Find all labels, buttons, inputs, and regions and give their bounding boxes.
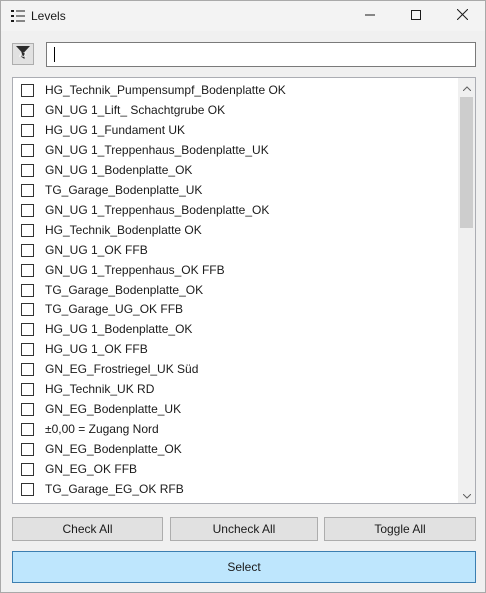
list-item[interactable]: TG_Garage_EG_OK RFB	[13, 479, 457, 499]
level-label: TG_Garage_Bodenplatte_OK	[45, 282, 204, 297]
scroll-up-button[interactable]	[458, 78, 475, 95]
maximize-button[interactable]	[393, 1, 439, 31]
level-label: ±0,00 = Zugang Nord	[45, 422, 159, 437]
list-item[interactable]: HG_Technik_Bodenplatte OK	[13, 220, 457, 240]
toggle-all-button[interactable]: Toggle All	[324, 517, 476, 541]
list-item[interactable]: GN_UG 1_Bodenplatte_OK	[13, 160, 457, 180]
level-label: HG_UG 1_UK RD	[45, 502, 142, 503]
chevron-down-icon	[462, 488, 471, 502]
close-icon	[456, 8, 468, 23]
level-label: HG_Technik_UK RD	[45, 382, 155, 397]
list-item[interactable]: GN_EG_OK FFB	[13, 459, 457, 479]
text-caret	[54, 47, 55, 62]
level-checkbox[interactable]	[21, 143, 34, 157]
level-checkbox[interactable]	[21, 223, 34, 237]
sort-icon-text: AZ	[19, 53, 27, 59]
level-label: GN_UG 1_Treppenhaus_Bodenplatte_OK	[45, 202, 270, 217]
minimize-icon	[365, 9, 375, 23]
level-checkbox[interactable]	[21, 502, 34, 503]
levels-list[interactable]: HG_Technik_Pumpensumpf_Bodenplatte OK GN_…	[12, 77, 476, 504]
level-label: HG_UG 1_OK FFB	[45, 342, 148, 357]
vertical-scrollbar[interactable]	[458, 78, 475, 503]
window-title: Levels	[31, 9, 66, 23]
level-checkbox[interactable]	[21, 303, 34, 317]
select-button[interactable]: Select	[12, 551, 476, 583]
list-item[interactable]: TG_Garage_Bodenplatte_OK	[13, 280, 457, 300]
scroll-down-button[interactable]	[458, 486, 475, 503]
level-label: HG_UG 1_Bodenplatte_OK	[45, 322, 193, 337]
minimize-button[interactable]	[347, 1, 393, 31]
level-label: HG_Technik_Pumpensumpf_Bodenplatte OK	[45, 83, 286, 97]
level-checkbox[interactable]	[21, 263, 34, 277]
level-checkbox[interactable]	[21, 163, 34, 177]
list-item[interactable]: GN_UG 1_Treppenhaus_Bodenplatte_OK	[13, 200, 457, 220]
level-checkbox[interactable]	[21, 363, 34, 377]
chevron-up-icon	[462, 80, 471, 94]
level-checkbox[interactable]	[21, 243, 34, 257]
level-checkbox[interactable]	[21, 443, 34, 457]
level-label: TG_Garage_EG_OK RFB	[45, 482, 184, 496]
list-item[interactable]: GN_EG_Bodenplatte_OK	[13, 439, 457, 459]
level-label: HG_UG 1_Fundament UK	[45, 122, 186, 137]
level-checkbox[interactable]	[21, 463, 34, 477]
level-checkbox[interactable]	[21, 84, 34, 97]
level-checkbox[interactable]	[21, 203, 34, 217]
title-bar[interactable]: Levels	[1, 1, 485, 31]
list-item[interactable]: ±0,00 = Zugang Nord	[13, 419, 457, 439]
list-item[interactable]: HG_Technik_UK RD	[13, 379, 457, 399]
level-checkbox[interactable]	[21, 423, 34, 437]
uncheck-all-button[interactable]: Uncheck All	[170, 517, 318, 541]
level-label: TG_Garage_Bodenplatte_UK	[45, 182, 203, 197]
level-checkbox[interactable]	[21, 183, 34, 197]
level-label: GN_UG 1_Treppenhaus_Bodenplatte_UK	[45, 142, 269, 157]
level-checkbox[interactable]	[21, 343, 34, 357]
level-label: GN_UG 1_Bodenplatte_OK	[45, 162, 193, 177]
level-checkbox[interactable]	[21, 103, 34, 117]
list-item[interactable]: HG_UG 1_OK FFB	[13, 339, 457, 359]
list-item[interactable]: HG_UG 1_UK RD	[13, 499, 457, 503]
list-item[interactable]: TG_Garage_Bodenplatte_UK	[13, 180, 457, 200]
level-checkbox[interactable]	[21, 483, 34, 496]
level-label: TG_Garage_UG_OK FFB	[45, 302, 184, 317]
level-checkbox[interactable]	[21, 123, 34, 137]
level-label: GN_EG_Frostriegel_UK Süd	[45, 362, 199, 377]
list-item[interactable]: HG_Technik_Pumpensumpf_Bodenplatte OK	[13, 80, 457, 100]
list-item[interactable]: GN_UG 1_Treppenhaus_OK FFB	[13, 260, 457, 280]
list-item[interactable]: HG_UG 1_Fundament UK	[13, 120, 457, 140]
level-checkbox[interactable]	[21, 383, 34, 397]
level-label: GN_UG 1_Lift_ Schachtgrube OK	[45, 102, 226, 117]
level-label: GN_EG_Bodenplatte_UK	[45, 402, 182, 417]
level-label: GN_UG 1_OK FFB	[45, 242, 148, 257]
list-item[interactable]: HG_UG 1_Bodenplatte_OK	[13, 319, 457, 339]
search-input[interactable]	[46, 42, 476, 67]
list-item[interactable]: GN_UG 1_OK FFB	[13, 240, 457, 260]
list-item[interactable]: GN_EG_Bodenplatte_UK	[13, 399, 457, 419]
list-icon	[11, 9, 25, 23]
level-checkbox[interactable]	[21, 283, 34, 297]
sort-filter-button[interactable]: AZ	[12, 43, 34, 65]
list-item[interactable]: GN_EG_Frostriegel_UK Süd	[13, 359, 457, 379]
list-item[interactable]: GN_UG 1_Lift_ Schachtgrube OK	[13, 100, 457, 120]
levels-window: Levels AZ HG_Technik_Pumpensumpf_Bodenpl…	[0, 0, 486, 593]
maximize-icon	[411, 9, 421, 23]
level-label: HG_Technik_Bodenplatte OK	[45, 222, 202, 237]
level-checkbox[interactable]	[21, 323, 34, 337]
level-label: GN_EG_OK FFB	[45, 462, 138, 477]
sort-alpha-filter-icon: AZ	[15, 45, 31, 64]
level-label: GN_EG_Bodenplatte_OK	[45, 442, 182, 457]
scrollbar-thumb[interactable]	[460, 97, 473, 228]
list-item[interactable]: GN_UG 1_Treppenhaus_Bodenplatte_UK	[13, 140, 457, 160]
close-button[interactable]	[439, 1, 485, 31]
list-item[interactable]: TG_Garage_UG_OK FFB	[13, 299, 457, 319]
level-label: GN_UG 1_Treppenhaus_OK FFB	[45, 262, 225, 277]
check-all-button[interactable]: Check All	[12, 517, 163, 541]
level-checkbox[interactable]	[21, 403, 34, 417]
